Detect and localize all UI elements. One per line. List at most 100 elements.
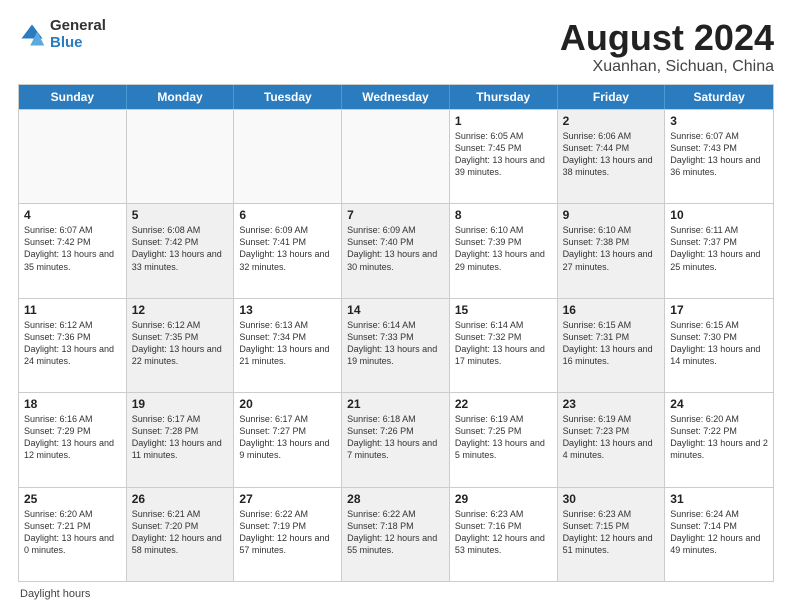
calendar-cell: 15 Sunrise: 6:14 AM Sunset: 7:32 PM Dayli…: [450, 299, 558, 392]
day-number: 28: [347, 492, 444, 506]
day-number: 7: [347, 208, 444, 222]
calendar-cell: 29 Sunrise: 6:23 AM Sunset: 7:16 PM Dayli…: [450, 488, 558, 581]
calendar-cell: 1 Sunrise: 6:05 AM Sunset: 7:45 PM Daylig…: [450, 110, 558, 203]
day-number: 9: [563, 208, 660, 222]
cell-info: Sunrise: 6:19 AM Sunset: 7:25 PM Dayligh…: [455, 413, 552, 462]
calendar-cell: 5 Sunrise: 6:08 AM Sunset: 7:42 PM Daylig…: [127, 204, 235, 297]
cell-info: Sunrise: 6:23 AM Sunset: 7:16 PM Dayligh…: [455, 508, 552, 557]
calendar-cell: 7 Sunrise: 6:09 AM Sunset: 7:40 PM Daylig…: [342, 204, 450, 297]
day-number: 22: [455, 397, 552, 411]
calendar-cell: 4Sunrise: 6:07 AM Sunset: 7:42 PM Daylig…: [19, 204, 127, 297]
day-number: 18: [24, 397, 121, 411]
calendar-cell: 13 Sunrise: 6:13 AM Sunset: 7:34 PM Dayli…: [234, 299, 342, 392]
calendar-cell: 17 Sunrise: 6:15 AM Sunset: 7:30 PM Dayli…: [665, 299, 773, 392]
day-number: 30: [563, 492, 660, 506]
day-number: 6: [239, 208, 336, 222]
calendar-cell: 8Sunrise: 6:10 AM Sunset: 7:39 PM Daylig…: [450, 204, 558, 297]
calendar-cell: 28 Sunrise: 6:22 AM Sunset: 7:18 PM Dayli…: [342, 488, 450, 581]
day-number: 19: [132, 397, 229, 411]
cell-info: Sunrise: 6:19 AM Sunset: 7:23 PM Dayligh…: [563, 413, 660, 462]
calendar-cell: 24 Sunrise: 6:20 AM Sunset: 7:22 PM Dayli…: [665, 393, 773, 486]
calendar-cell: 30 Sunrise: 6:23 AM Sunset: 7:15 PM Dayli…: [558, 488, 666, 581]
day-number: 1: [455, 114, 552, 128]
day-number: 29: [455, 492, 552, 506]
calendar-header: SundayMondayTuesdayWednesdayThursdayFrid…: [19, 85, 773, 109]
day-number: 25: [24, 492, 121, 506]
cell-info: Sunrise: 6:12 AM Sunset: 7:36 PM Dayligh…: [24, 319, 121, 368]
calendar-header-cell: Wednesday: [342, 85, 450, 109]
day-number: 24: [670, 397, 768, 411]
cell-info: Sunrise: 6:16 AM Sunset: 7:29 PM Dayligh…: [24, 413, 121, 462]
calendar-cell: 9Sunrise: 6:10 AM Sunset: 7:38 PM Daylig…: [558, 204, 666, 297]
cell-info: Sunrise: 6:05 AM Sunset: 7:45 PM Dayligh…: [455, 130, 552, 179]
calendar-cell: 20Sunrise: 6:17 AM Sunset: 7:27 PM Dayli…: [234, 393, 342, 486]
day-number: 27: [239, 492, 336, 506]
day-number: 14: [347, 303, 444, 317]
calendar-cell: 10 Sunrise: 6:11 AM Sunset: 7:37 PM Dayli…: [665, 204, 773, 297]
day-number: 3: [670, 114, 768, 128]
cell-info: Sunrise: 6:22 AM Sunset: 7:19 PM Dayligh…: [239, 508, 336, 557]
cell-info: Sunrise: 6:09 AM Sunset: 7:41 PM Dayligh…: [239, 224, 336, 273]
page: General Blue August 2024 Xuanhan, Sichua…: [0, 0, 792, 612]
cell-info: Sunrise: 6:07 AM Sunset: 7:42 PM Dayligh…: [24, 224, 121, 273]
calendar-row: 18 Sunrise: 6:16 AM Sunset: 7:29 PM Dayli…: [19, 392, 773, 486]
calendar-cell: [127, 110, 235, 203]
cell-info: Sunrise: 6:14 AM Sunset: 7:32 PM Dayligh…: [455, 319, 552, 368]
day-number: 13: [239, 303, 336, 317]
cell-info: Sunrise: 6:15 AM Sunset: 7:31 PM Dayligh…: [563, 319, 660, 368]
cell-info: Sunrise: 6:23 AM Sunset: 7:15 PM Dayligh…: [563, 508, 660, 557]
day-number: 2: [563, 114, 660, 128]
calendar-header-cell: Sunday: [19, 85, 127, 109]
calendar-header-cell: Tuesday: [234, 85, 342, 109]
title-block: August 2024 Xuanhan, Sichuan, China: [560, 18, 774, 76]
header: General Blue August 2024 Xuanhan, Sichua…: [18, 18, 774, 76]
cell-info: Sunrise: 6:18 AM Sunset: 7:26 PM Dayligh…: [347, 413, 444, 462]
calendar-cell: 12Sunrise: 6:12 AM Sunset: 7:35 PM Dayli…: [127, 299, 235, 392]
cell-info: Sunrise: 6:21 AM Sunset: 7:20 PM Dayligh…: [132, 508, 229, 557]
calendar-cell: 21Sunrise: 6:18 AM Sunset: 7:26 PM Dayli…: [342, 393, 450, 486]
calendar-cell: 25Sunrise: 6:20 AM Sunset: 7:21 PM Dayli…: [19, 488, 127, 581]
logo: General Blue: [18, 18, 106, 51]
cell-info: Sunrise: 6:09 AM Sunset: 7:40 PM Dayligh…: [347, 224, 444, 273]
cell-info: Sunrise: 6:14 AM Sunset: 7:33 PM Dayligh…: [347, 319, 444, 368]
day-number: 5: [132, 208, 229, 222]
day-number: 10: [670, 208, 768, 222]
calendar-cell: 22 Sunrise: 6:19 AM Sunset: 7:25 PM Dayli…: [450, 393, 558, 486]
calendar-cell: 19Sunrise: 6:17 AM Sunset: 7:28 PM Dayli…: [127, 393, 235, 486]
calendar-cell: 11 Sunrise: 6:12 AM Sunset: 7:36 PM Dayli…: [19, 299, 127, 392]
calendar-cell: [234, 110, 342, 203]
calendar-cell: 3Sunrise: 6:07 AM Sunset: 7:43 PM Daylig…: [665, 110, 773, 203]
cell-info: Sunrise: 6:24 AM Sunset: 7:14 PM Dayligh…: [670, 508, 768, 557]
cell-info: Sunrise: 6:15 AM Sunset: 7:30 PM Dayligh…: [670, 319, 768, 368]
cell-info: Sunrise: 6:06 AM Sunset: 7:44 PM Dayligh…: [563, 130, 660, 179]
calendar-body: 1 Sunrise: 6:05 AM Sunset: 7:45 PM Daylig…: [19, 109, 773, 581]
cell-info: Sunrise: 6:11 AM Sunset: 7:37 PM Dayligh…: [670, 224, 768, 273]
calendar-header-cell: Friday: [558, 85, 666, 109]
day-number: 15: [455, 303, 552, 317]
cell-info: Sunrise: 6:10 AM Sunset: 7:39 PM Dayligh…: [455, 224, 552, 273]
day-number: 20: [239, 397, 336, 411]
calendar-cell: 31Sunrise: 6:24 AM Sunset: 7:14 PM Dayli…: [665, 488, 773, 581]
day-number: 17: [670, 303, 768, 317]
cell-info: Sunrise: 6:08 AM Sunset: 7:42 PM Dayligh…: [132, 224, 229, 273]
cell-info: Sunrise: 6:20 AM Sunset: 7:22 PM Dayligh…: [670, 413, 768, 462]
calendar-cell: [342, 110, 450, 203]
day-number: 16: [563, 303, 660, 317]
page-subtitle: Xuanhan, Sichuan, China: [560, 58, 774, 76]
calendar-header-cell: Monday: [127, 85, 235, 109]
day-number: 26: [132, 492, 229, 506]
calendar-row: 4Sunrise: 6:07 AM Sunset: 7:42 PM Daylig…: [19, 203, 773, 297]
calendar-cell: 26 Sunrise: 6:21 AM Sunset: 7:20 PM Dayli…: [127, 488, 235, 581]
cell-info: Sunrise: 6:22 AM Sunset: 7:18 PM Dayligh…: [347, 508, 444, 557]
logo-icon: [18, 21, 46, 49]
calendar-row: 11 Sunrise: 6:12 AM Sunset: 7:36 PM Dayli…: [19, 298, 773, 392]
page-title: August 2024: [560, 18, 774, 58]
calendar-cell: 18 Sunrise: 6:16 AM Sunset: 7:29 PM Dayli…: [19, 393, 127, 486]
day-number: 11: [24, 303, 121, 317]
calendar-header-cell: Thursday: [450, 85, 558, 109]
calendar-cell: 16 Sunrise: 6:15 AM Sunset: 7:31 PM Dayli…: [558, 299, 666, 392]
calendar-cell: [19, 110, 127, 203]
cell-info: Sunrise: 6:13 AM Sunset: 7:34 PM Dayligh…: [239, 319, 336, 368]
footer: Daylight hours: [18, 588, 774, 600]
calendar-row: 25Sunrise: 6:20 AM Sunset: 7:21 PM Dayli…: [19, 487, 773, 581]
